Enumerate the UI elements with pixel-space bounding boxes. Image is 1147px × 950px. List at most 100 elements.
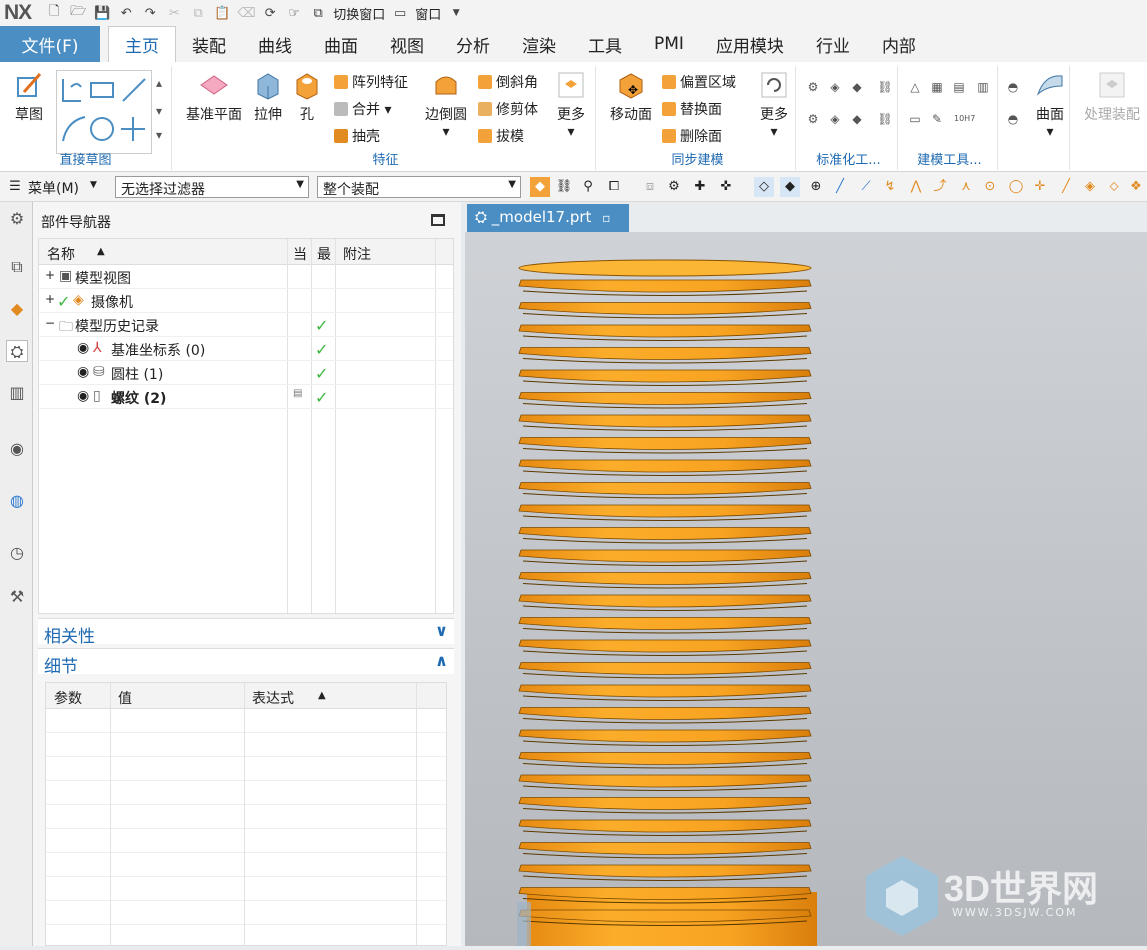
feature-more-button[interactable]: 更多 ▾ bbox=[552, 70, 590, 140]
settings-gear-icon[interactable]: ⚙ bbox=[6, 208, 28, 230]
process-assembly-button[interactable]: 处理装配 bbox=[1080, 70, 1144, 124]
note-icon[interactable]: ▭ bbox=[906, 110, 924, 128]
assembly-select-icon[interactable]: ⧈ bbox=[640, 177, 660, 197]
tab-view[interactable]: 视图 bbox=[374, 26, 440, 62]
tab-home[interactable]: 主页 bbox=[108, 26, 176, 62]
type-filter-select[interactable]: 无选择过滤器 ▼ bbox=[115, 176, 309, 198]
std-tool-icon-7[interactable]: ◆ bbox=[848, 110, 866, 128]
dependency-panel-header[interactable]: 相关性 ∨ bbox=[38, 618, 454, 647]
offset-region-button[interactable]: 偏置区域 bbox=[662, 72, 736, 92]
filter-icon[interactable]: ⚲ bbox=[578, 177, 598, 197]
tree-row-model-history[interactable]: − 🗀 模型历史记录 ✓ bbox=[39, 313, 453, 337]
save-icon[interactable]: 💾 bbox=[93, 6, 111, 21]
snap-face-icon[interactable]: ◆ bbox=[780, 177, 800, 197]
tree-row-cylinder[interactable]: ◉ ⛁ 圆柱 (1) ✓ bbox=[39, 361, 453, 385]
delete-icon[interactable]: ⌫ bbox=[237, 6, 255, 21]
tab-assembly[interactable]: 装配 bbox=[176, 26, 242, 62]
column-note[interactable]: 附注 bbox=[343, 244, 371, 264]
datum-plane-button[interactable]: 基准平面 bbox=[182, 70, 246, 124]
snap-on-face-icon[interactable]: ◈ bbox=[1080, 177, 1100, 197]
selection-scope-select[interactable]: 整个装配 ▼ bbox=[317, 176, 521, 198]
chevron-up-icon[interactable]: ∧ bbox=[435, 651, 448, 670]
touch-mode-icon[interactable]: ☞ bbox=[285, 6, 303, 21]
sketch-button[interactable]: 草图 bbox=[8, 70, 50, 124]
snap-bounded-icon[interactable]: ⬦ bbox=[1104, 177, 1124, 197]
snap-curve-icon[interactable]: ↯ bbox=[880, 177, 900, 197]
tree-row-thread[interactable]: ◉ ▯ 螺纹 (2) ▤ ✓ bbox=[39, 385, 453, 409]
graphics-window[interactable] bbox=[465, 232, 1147, 950]
component-select-icon[interactable]: ⚙ bbox=[664, 177, 684, 197]
tab-tools[interactable]: 工具 bbox=[572, 26, 638, 62]
window-icon[interactable]: ▭ bbox=[391, 6, 409, 21]
constraint-navigator-icon[interactable]: ◆ bbox=[6, 298, 28, 320]
select-feature-icon[interactable]: ◆ bbox=[530, 177, 550, 197]
draft-button[interactable]: 拔模 bbox=[478, 126, 524, 146]
assembly-navigator-icon[interactable]: ⧉ bbox=[6, 256, 28, 278]
surface-button[interactable]: 曲面 ▾ bbox=[1030, 70, 1070, 140]
tab-pmi[interactable]: PMI bbox=[638, 26, 700, 62]
undo-icon[interactable]: ↶ bbox=[117, 6, 135, 21]
sync-more-button[interactable]: 更多 ▾ bbox=[756, 70, 792, 140]
std-tool-icon-1[interactable]: ⚙ bbox=[804, 78, 822, 96]
tab-analysis[interactable]: 分析 bbox=[440, 26, 506, 62]
chevron-down-icon[interactable]: ∨ bbox=[435, 621, 448, 640]
snap-center-icon[interactable]: ⊕ bbox=[806, 177, 826, 197]
snap-control-icon[interactable]: ⤴ bbox=[930, 177, 950, 197]
restore-window-icon[interactable]: ▫ bbox=[602, 211, 610, 225]
pattern-feature-button[interactable]: 阵列特征 bbox=[334, 72, 408, 92]
expand-icon[interactable]: + bbox=[45, 292, 55, 306]
tree-row-model-views[interactable]: + ▣ 模型视图 bbox=[39, 265, 453, 289]
visibility-eye-icon[interactable]: ◉ bbox=[77, 340, 89, 356]
collapse-icon[interactable]: − bbox=[45, 316, 55, 330]
part-family-icon[interactable]: ▥ bbox=[974, 78, 992, 96]
snap-midpoint-icon[interactable]: ⋀ bbox=[906, 177, 926, 197]
spreadsheet-icon[interactable]: ▤ bbox=[950, 78, 968, 96]
switch-window-button[interactable]: 切换窗口 bbox=[333, 4, 385, 23]
hd3d-tools-icon[interactable]: ◉ bbox=[6, 438, 28, 460]
switch-window-icon[interactable]: ⧉ bbox=[309, 6, 327, 21]
tab-applications[interactable]: 应用模块 bbox=[700, 26, 800, 62]
visibility-eye-icon[interactable]: ◉ bbox=[77, 388, 89, 404]
column-latest[interactable]: 最 bbox=[317, 244, 331, 264]
snap-quadrant-icon[interactable]: ◯ bbox=[1006, 177, 1026, 197]
history-clock-icon[interactable]: ◷ bbox=[6, 542, 28, 564]
copy-icon[interactable]: ⧉ bbox=[189, 6, 207, 21]
table-icon[interactable]: ▦ bbox=[928, 78, 946, 96]
triangle-icon[interactable]: △ bbox=[906, 78, 924, 96]
visibility-eye-icon[interactable]: ◉ bbox=[77, 364, 89, 380]
tree-row-datum-csys[interactable]: ◉ ⅄ 基准坐标系 (0) ✓ bbox=[39, 337, 453, 361]
chamfer-button[interactable]: 倒斜角 bbox=[478, 72, 538, 92]
delete-face-button[interactable]: 删除面 bbox=[662, 126, 722, 146]
gallery-down-icon[interactable]: ▾ bbox=[150, 102, 168, 120]
part-navigator-icon[interactable]: ⛭ bbox=[6, 340, 28, 362]
details-panel-header[interactable]: 细节 ∧ bbox=[38, 648, 454, 677]
expand-icon[interactable]: + bbox=[45, 268, 55, 282]
snap-intersection-icon[interactable]: ⋏ bbox=[956, 177, 976, 197]
gallery-expand-icon[interactable]: ▾ bbox=[150, 126, 168, 144]
redo-icon[interactable]: ↷ bbox=[141, 6, 159, 21]
tab-internal[interactable]: 内部 bbox=[866, 26, 932, 62]
surface-tool-icon-1[interactable]: ◓ bbox=[1004, 78, 1022, 96]
model-file-tab[interactable]: ⛭ _model17.prt ▫ ✕ bbox=[467, 204, 629, 243]
surface-tool-icon-2[interactable]: ◓ bbox=[1004, 110, 1022, 128]
std-tool-icon-2[interactable]: ◈ bbox=[826, 78, 844, 96]
unite-button[interactable]: 合并 ▾ bbox=[334, 99, 391, 119]
menu-chevron-icon[interactable]: ▼ bbox=[90, 180, 97, 190]
select-link-icon[interactable]: ⛓ bbox=[554, 177, 574, 197]
tab-render[interactable]: 渲染 bbox=[506, 26, 572, 62]
column-value[interactable]: 值 bbox=[118, 688, 132, 708]
gallery-up-icon[interactable]: ▴ bbox=[150, 74, 168, 92]
pen-icon[interactable]: ✎ bbox=[928, 110, 946, 128]
move-face-button[interactable]: ✥ 移动面 bbox=[606, 70, 656, 124]
hole-button[interactable]: 孔 bbox=[290, 70, 324, 124]
snap-more-icon[interactable]: ❖ bbox=[1126, 177, 1146, 197]
repeat-command-icon[interactable]: ⟳ bbox=[261, 6, 279, 21]
std-tool-icon-4[interactable]: ⛓ bbox=[876, 78, 894, 96]
std-tool-icon-8[interactable]: ⛓ bbox=[876, 110, 894, 128]
snap-on-curve-icon[interactable]: ╱ bbox=[1056, 177, 1076, 197]
snap-endpoint-icon[interactable]: ⟋ bbox=[856, 177, 876, 197]
cut-icon[interactable]: ✂ bbox=[165, 6, 183, 21]
tab-curve[interactable]: 曲线 bbox=[242, 26, 308, 62]
reuse-library-icon[interactable]: ▥ bbox=[6, 382, 28, 404]
snap-body-icon[interactable]: ◇ bbox=[754, 177, 774, 197]
